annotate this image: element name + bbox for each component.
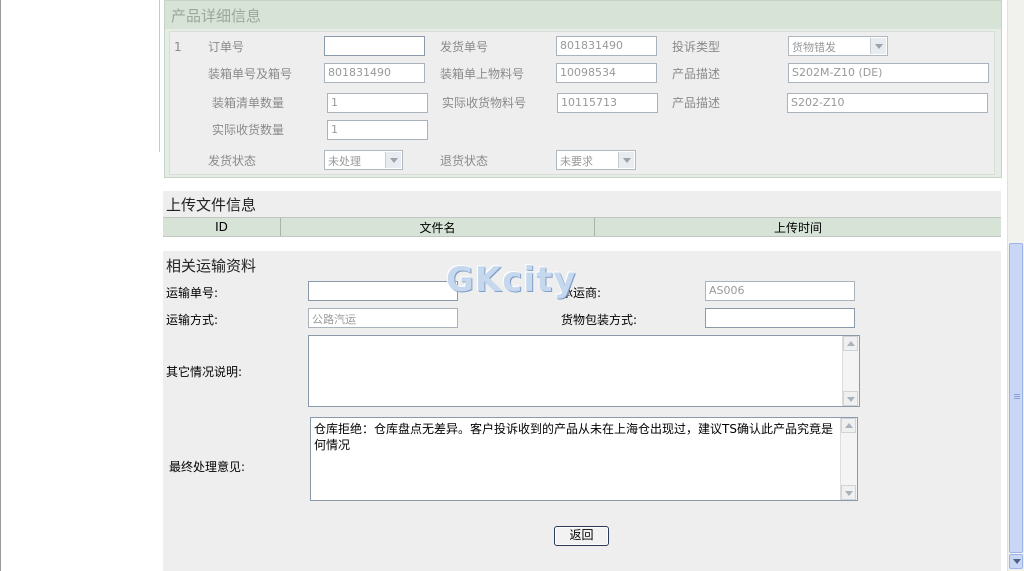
upload-section: 上传文件信息 ID 文件名 上传时间 [163, 191, 1001, 237]
box-qty-input[interactable]: 1 [327, 93, 428, 113]
packing-input[interactable] [705, 308, 855, 328]
scroll-up-icon[interactable] [841, 418, 856, 433]
mode-input[interactable]: 公路汽运 [308, 308, 458, 328]
final-opinion-textarea[interactable]: 仓库拒绝：仓库盘点无差异。客户投诉收到的产品从未在上海仓出现过，建议TS确认此产… [310, 417, 858, 501]
product-desc-input-1[interactable]: S202M-Z10 (DE) [788, 63, 989, 83]
upload-title: 上传文件信息 [166, 196, 257, 214]
final-opinion-value: 仓库拒绝：仓库盘点无差异。客户投诉收到的产品从未在上海仓出现过，建议TS确认此产… [314, 422, 833, 452]
column-id: ID [215, 220, 228, 234]
mode-label: 运输方式: [166, 313, 219, 327]
upload-table-header: ID 文件名 上传时间 [163, 217, 1001, 237]
scrollbar-thumb[interactable] [1009, 243, 1023, 553]
product-desc-input-2[interactable]: S202-Z10 [787, 93, 988, 113]
column-upload-time: 上传时间 [773, 221, 822, 235]
other-notes-label: 其它情况说明: [166, 365, 243, 379]
recv-qty-label: 实际收货数量 [212, 123, 285, 137]
return-status-label: 退货状态 [440, 154, 489, 168]
scrollbar-grip [1014, 394, 1020, 395]
scrollbar-grip [1014, 396, 1020, 397]
chevron-down-icon[interactable] [870, 38, 886, 54]
box-material-label: 装箱单上物料号 [440, 67, 525, 81]
packing-label: 货物包装方式: [561, 313, 638, 327]
box-material-input[interactable]: 10098534 [556, 63, 657, 83]
page-scrollbar[interactable] [1007, 0, 1024, 571]
ship-no-label: 发货单号 [440, 40, 489, 54]
recv-qty-input[interactable]: 1 [327, 120, 428, 140]
order-no-label: 订单号 [208, 40, 245, 54]
box-qty-label: 装箱清单数量 [212, 96, 285, 110]
ship-status-select[interactable]: 未处理 [324, 150, 403, 170]
product-detail-title: 产品详细信息 [171, 7, 262, 25]
return-status-select[interactable]: 未要求 [556, 150, 636, 170]
return-status-value: 未要求 [560, 155, 593, 168]
window-left-border [0, 0, 1, 571]
order-no-input[interactable] [324, 36, 425, 56]
column-filename: 文件名 [419, 221, 456, 235]
row-index: 1 [174, 40, 182, 54]
product-detail-header: 产品详细信息 [165, 1, 1001, 29]
other-notes-textarea[interactable] [308, 335, 860, 407]
waybill-label: 运输单号: [166, 286, 219, 300]
chevron-down-icon[interactable] [385, 152, 401, 168]
transport-section: 相关运输资料 运输单号: 承运商: AS006 运输方式: 公路汽运 货物包装方… [163, 251, 1001, 571]
ship-status-value: 未处理 [328, 155, 361, 168]
ship-no-input[interactable]: 801831490 [556, 36, 657, 56]
textarea-scrollbar[interactable] [842, 336, 859, 406]
ship-status-label: 发货状态 [208, 154, 257, 168]
scrollbar-grip [1014, 398, 1020, 399]
box-no-label: 装箱单号及箱号 [208, 67, 293, 81]
waybill-input[interactable] [308, 281, 458, 301]
product-desc-label-2: 产品描述 [672, 96, 721, 110]
scroll-down-icon[interactable] [843, 391, 858, 406]
sidebar-divider [159, 0, 160, 152]
box-no-input[interactable]: 801831490 [324, 63, 425, 83]
product-detail-section: 产品详细信息 1 订单号 发货单号 801831490 投诉类型 货物错发 装箱… [164, 0, 1002, 178]
scroll-down-icon[interactable] [841, 485, 856, 500]
complaint-type-label: 投诉类型 [672, 40, 721, 54]
transport-title: 相关运输资料 [166, 257, 257, 275]
watermark-logo: GKcity [446, 260, 577, 300]
final-opinion-label: 最终处理意见: [169, 460, 246, 474]
scroll-down-icon[interactable] [1009, 554, 1023, 569]
carrier-input[interactable]: AS006 [705, 281, 855, 301]
complaint-type-select[interactable]: 货物错发 [788, 36, 888, 56]
recv-material-label: 实际收货物料号 [442, 96, 527, 110]
scroll-up-icon[interactable] [843, 336, 858, 351]
complaint-type-value: 货物错发 [792, 41, 836, 54]
product-desc-label-1: 产品描述 [672, 67, 721, 81]
chevron-down-icon[interactable] [618, 152, 634, 168]
textarea-scrollbar[interactable] [840, 418, 857, 500]
recv-material-input[interactable]: 10115713 [557, 93, 658, 113]
back-button[interactable]: 返回 [554, 526, 609, 546]
